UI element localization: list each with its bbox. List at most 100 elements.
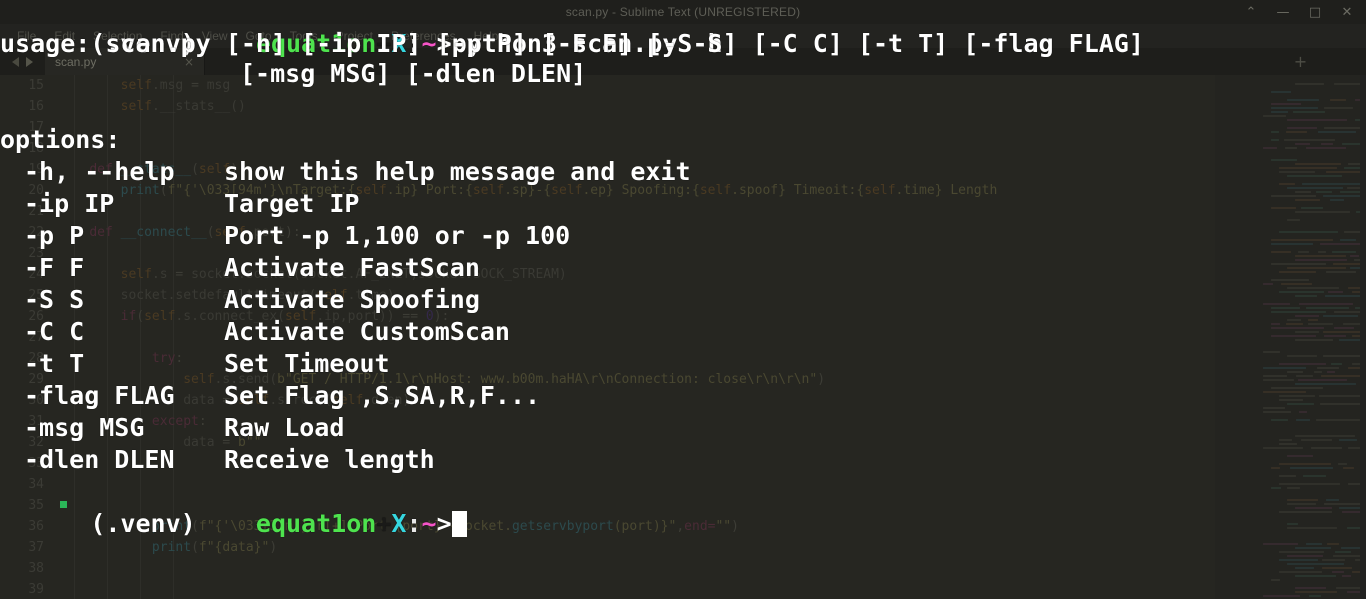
minimap-code-bar — [1285, 147, 1297, 149]
close-icon[interactable]: ✕ — [1332, 0, 1362, 24]
menu-item-edit[interactable]: Edit — [45, 24, 84, 48]
menu-item-file[interactable]: File — [8, 24, 45, 48]
new-tab-button[interactable]: + — [1287, 48, 1314, 75]
minimap-code-bar — [1287, 523, 1298, 525]
code-line: 29 self.s.send(b"GET / HTTP/1.1\r\nHost:… — [0, 369, 1366, 390]
minimap-code-bar — [1271, 387, 1323, 389]
minimap-code-bar — [1326, 499, 1339, 501]
minimap-code-bar — [1271, 279, 1309, 281]
minimap-code-bar — [1299, 303, 1353, 305]
minimap-code-bar — [1322, 559, 1345, 561]
minimap-code-bar — [1287, 499, 1318, 501]
minimap-code-bar — [1316, 191, 1332, 193]
line-number: 20 — [28, 183, 44, 198]
minimap-code-bar — [1335, 551, 1351, 553]
minimap-code-bar — [1279, 291, 1324, 293]
minimap-code-bar — [1338, 463, 1347, 465]
minimap-code-bar — [1263, 379, 1294, 381]
editor-tab-scan-py[interactable]: scan.py × — [45, 48, 205, 75]
minimap-code-bar — [1293, 111, 1325, 113]
code-token: .time) — [347, 288, 395, 303]
minimap-code-bar — [1271, 103, 1301, 105]
minimap-code-bar — [1279, 475, 1296, 477]
code-editor[interactable]: 15 self.msg = msg 16 self.__stats__() 17 18… — [0, 75, 1366, 599]
minimap-code-bar — [1279, 443, 1297, 445]
minimap-code-bar — [1279, 167, 1337, 169]
menu-item-preferences[interactable]: Preferences — [382, 24, 465, 48]
menu-item-view[interactable]: View — [193, 24, 237, 48]
code-token: self — [285, 309, 317, 324]
tabbar: scan.py × — [0, 48, 1366, 75]
minimap-code-bar — [1279, 363, 1326, 365]
minimap-code-bar — [1295, 591, 1337, 593]
screen-root: scan.py - Sublime Text (UNREGISTERED) ⌃ … — [0, 0, 1366, 599]
minimap-code-bar — [1284, 139, 1335, 141]
chevron-up-icon[interactable]: ⌃ — [1236, 0, 1266, 24]
code-token: ) — [817, 372, 826, 387]
minimap-code-bar — [1263, 375, 1287, 377]
menu-item-selection[interactable]: Selection — [84, 24, 151, 48]
code-token: self — [316, 288, 348, 303]
minimap-code-bar — [1287, 267, 1346, 269]
minimap-code-bar — [1287, 487, 1300, 489]
code-token: ( — [191, 540, 199, 555]
code-token: if — [120, 309, 137, 324]
minimap-code-bar — [1263, 595, 1300, 597]
menu-item-help[interactable]: Help — [465, 24, 508, 48]
code-token: .msg — [151, 78, 192, 93]
tab-close-icon[interactable]: × — [184, 55, 194, 69]
nav-forward-arrow-icon[interactable] — [26, 56, 33, 67]
code-token: self — [238, 393, 270, 408]
menu-item-find[interactable]: Find — [151, 24, 192, 48]
minimap-code-bar — [1295, 331, 1319, 333]
minimap-code-bar — [1295, 199, 1320, 201]
minimap-code-bar — [1287, 175, 1342, 177]
minimap-code-bar — [1295, 339, 1333, 341]
minimap-code-bar — [1328, 291, 1343, 293]
code-token: .ip} Port:{ — [386, 183, 473, 198]
code-token: __stats__ — [120, 162, 192, 177]
line-number: 21 — [28, 204, 44, 219]
code-line: 32 data = b"" — [0, 432, 1366, 453]
editor-minimap[interactable] — [1215, 75, 1366, 599]
line-number: 19 — [28, 162, 44, 177]
minimap-code-bar — [1279, 171, 1315, 173]
minimap-code-bar — [1298, 379, 1347, 381]
code-token: socket.setdefaulttimeout( — [120, 288, 317, 303]
minimap-code-bar — [1271, 91, 1291, 93]
editor-scrollbar[interactable] — [1360, 75, 1366, 599]
minimap-code-bar — [1279, 183, 1295, 185]
line-number: 34 — [28, 477, 44, 492]
minimap-code-bar — [1279, 271, 1316, 273]
menu-item-goto[interactable]: Goto — [237, 24, 281, 48]
menu-item-tools[interactable]: Tools — [281, 24, 327, 48]
minimize-icon[interactable]: — — [1268, 0, 1298, 24]
minimap-code-bar — [1271, 335, 1316, 337]
code-token: .sp}-{ — [504, 183, 552, 198]
minimap-code-bar — [1279, 463, 1331, 465]
code-token: .dlen) — [363, 393, 411, 408]
minimap-code-bar — [1322, 567, 1352, 569]
minimap-code-bar — [1263, 411, 1291, 413]
minimap-code-bar — [1290, 467, 1333, 469]
nav-back-arrow-icon[interactable] — [12, 56, 19, 67]
code-line: 36 print(f"{'\033[31m'}\r[+] Port {port}… — [0, 516, 1366, 537]
minimap-code-bar — [1301, 439, 1332, 441]
minimap-code-bar — [1327, 543, 1339, 545]
minimap-code-bar — [1263, 303, 1290, 305]
minimap-code-bar — [1279, 231, 1338, 233]
menu-item-project[interactable]: Project — [327, 24, 382, 48]
code-token: ( — [136, 309, 145, 324]
maximize-icon[interactable]: □ — [1300, 0, 1330, 24]
minimap-code-bar — [1295, 315, 1319, 317]
code-line: 34 — [0, 474, 1366, 495]
minimap-code-bar — [1279, 571, 1322, 573]
code-line: 38 — [0, 558, 1366, 579]
